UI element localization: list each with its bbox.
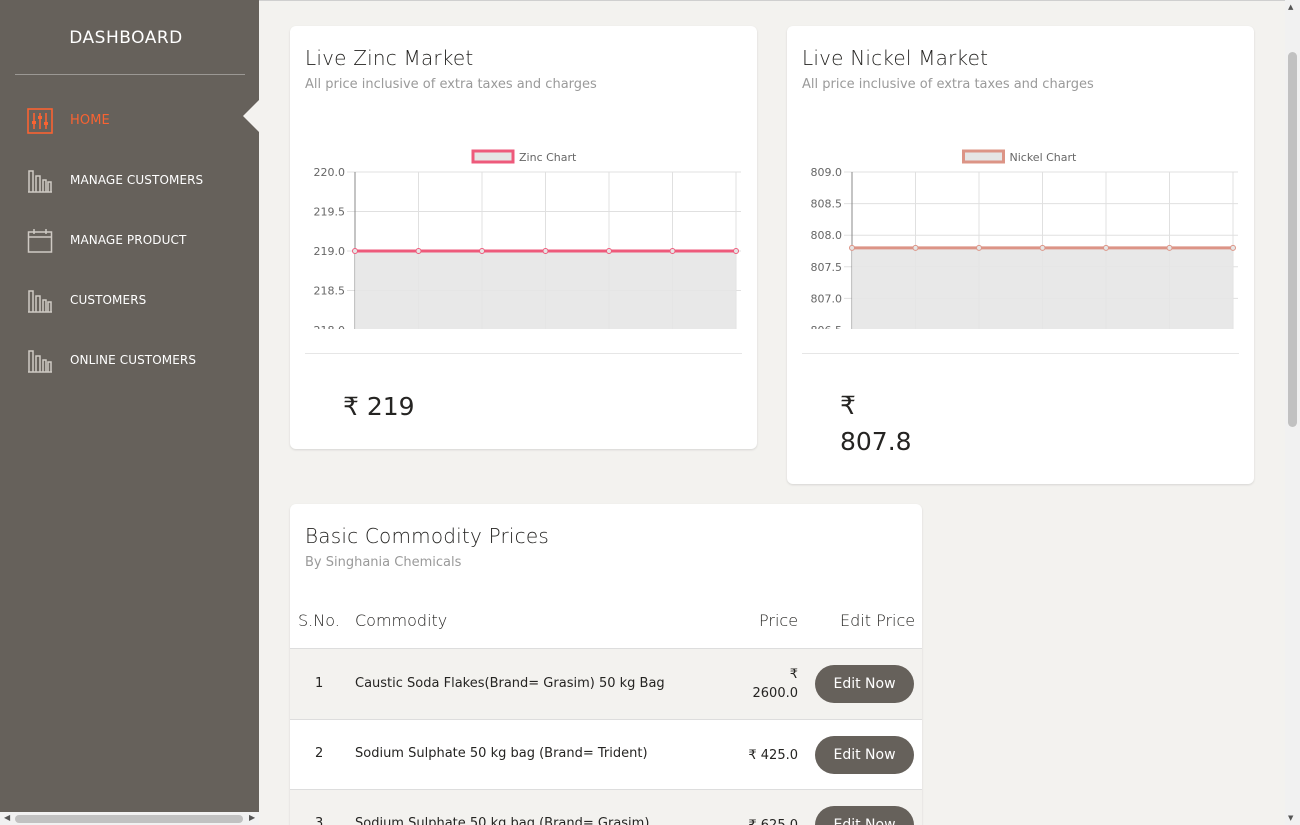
series-area: [852, 247, 1233, 329]
calendar-icon: [27, 229, 53, 253]
legend-swatch: [471, 149, 515, 164]
data-point: [606, 248, 612, 254]
card-divider: [802, 353, 1239, 354]
scroll-down-arrow-icon[interactable]: ▼: [1288, 814, 1293, 822]
nickel-market-card: Live Nickel Market All price inclusive o…: [787, 26, 1254, 484]
y-tick-label: 218.0: [314, 324, 346, 329]
edit-now-button[interactable]: Edit Now: [815, 806, 914, 825]
y-tick-label: 219.0: [314, 245, 346, 258]
card-divider: [305, 353, 742, 354]
zinc-price: ₹ 219: [343, 392, 415, 421]
row-commodity: Sodium Sulphate 50 kg bag (Brand= Triden…: [355, 746, 648, 761]
card-title: Live Nickel Market: [802, 46, 989, 70]
y-tick-label: 807.0: [811, 292, 843, 305]
series-area: [355, 251, 736, 329]
zinc-market-card: Live Zinc Market All price inclusive of …: [290, 26, 757, 449]
y-tick-label: 807.5: [811, 261, 843, 274]
sliders-icon: [27, 108, 53, 134]
nickel-chart: Nickel Chart 809.0 808.5 808.0 807.5 807.0 806…: [811, 149, 1238, 329]
nickel-price-symbol: ₹: [840, 391, 856, 420]
y-tick-label: 808.5: [811, 198, 843, 211]
table-row: 3 Sodium Sulphate 50 kg bag (Brand= Gras…: [290, 789, 922, 825]
zinc-chart: Zinc Chart220.0219.5219.0218.5218.012345…: [314, 149, 741, 329]
y-tick-label: 220.0: [314, 166, 346, 179]
header-sno: S.No.: [298, 611, 340, 630]
sidebar-item-label: MANAGE PRODUCT: [70, 233, 187, 247]
sidebar-item-online-customers[interactable]: ONLINE CUSTOMERS: [0, 331, 259, 391]
sidebar-item-label: ONLINE CUSTOMERS: [70, 353, 197, 367]
row-price: ₹ 425.0: [748, 748, 798, 763]
sidebar-item-manage-product[interactable]: MANAGE PRODUCT: [0, 211, 259, 271]
row-price: ₹ 2600.0: [753, 665, 799, 703]
page-vertical-scrollbar[interactable]: ▲ ▼: [1285, 0, 1300, 825]
data-point: [352, 248, 358, 254]
sidebar-item-manage-customers[interactable]: MANAGE CUSTOMERS: [0, 151, 259, 211]
row-sno: 2: [315, 746, 324, 761]
sidebar-horizontal-scrollbar[interactable]: ◀ ▶: [0, 812, 259, 825]
brand-divider: [15, 74, 245, 75]
table-row: 2 Sodium Sulphate 50 kg bag (Brand= Trid…: [290, 719, 922, 789]
data-point: [669, 248, 676, 254]
edit-now-button[interactable]: Edit Now: [815, 736, 914, 774]
data-point: [479, 248, 485, 254]
data-point: [733, 248, 739, 254]
row-sno: 1: [315, 676, 324, 691]
brand-title[interactable]: DASHBOARD: [0, 28, 252, 48]
data-point: [849, 244, 855, 251]
card-subtitle: All price inclusive of extra taxes and c…: [802, 77, 1094, 92]
row-price: ₹ 625.0: [748, 816, 798, 825]
edit-now-button[interactable]: Edit Now: [815, 665, 914, 703]
y-tick-label: 808.0: [811, 229, 843, 242]
data-point: [1230, 244, 1236, 251]
data-point: [415, 248, 422, 254]
row-sno: 3: [315, 816, 324, 825]
scroll-right-arrow-icon[interactable]: ▶: [249, 813, 255, 822]
legend-label: Zinc Chart: [519, 151, 577, 164]
top-border: [259, 0, 1300, 1]
row-commodity: Caustic Soda Flakes(Brand= Grasim) 50 kg…: [355, 676, 665, 691]
sidebar-scroll-thumb[interactable]: [15, 815, 243, 823]
data-point: [1166, 244, 1173, 251]
bar-chart-icon: [28, 350, 52, 373]
sidebar-item-label: MANAGE CUSTOMERS: [70, 173, 204, 187]
card-subtitle: By Singhania Chemicals: [305, 555, 462, 570]
row-price-value: 2600.0: [752, 686, 799, 701]
bar-chart-icon: [28, 170, 52, 193]
y-tick-label: 219.5: [314, 206, 346, 219]
bar-chart-icon: [28, 290, 52, 313]
header-price: Price: [759, 611, 799, 630]
sidebar: DASHBOARD HOME MANAGE CUSTOMERS MANAGE P…: [0, 0, 260, 825]
data-point: [912, 244, 919, 251]
sidebar-item-label: HOME: [70, 113, 110, 128]
card-subtitle: All price inclusive of extra taxes and c…: [305, 77, 597, 92]
y-tick-label: 218.5: [314, 285, 346, 298]
active-item-caret: [243, 99, 260, 133]
scroll-left-arrow-icon[interactable]: ◀: [4, 813, 10, 822]
data-point: [1103, 244, 1109, 251]
row-commodity: Sodium Sulphate 50 kg bag (Brand= Grasim…: [355, 816, 650, 825]
sidebar-item-home[interactable]: HOME: [0, 91, 259, 151]
sidebar-item-label: CUSTOMERS: [70, 293, 147, 307]
data-point: [1039, 244, 1046, 251]
data-point: [976, 244, 982, 251]
table-row: 1 Caustic Soda Flakes(Brand= Grasim) 50 …: [290, 648, 922, 719]
data-point: [542, 248, 549, 254]
page-scroll-thumb[interactable]: [1288, 52, 1297, 427]
sidebar-item-customers[interactable]: CUSTOMERS: [0, 271, 259, 331]
y-tick-label: 809.0: [811, 166, 843, 179]
row-price-symbol: ₹: [789, 667, 798, 682]
nickel-price-value: 807.8: [840, 427, 912, 456]
scroll-up-arrow-icon[interactable]: ▲: [1288, 3, 1293, 11]
card-title: Basic Commodity Prices: [305, 524, 549, 548]
commodity-prices-card: Basic Commodity Prices By Singhania Chem…: [290, 504, 922, 825]
y-tick-label: 806.5: [811, 324, 843, 329]
legend-label: Nickel Chart: [1010, 151, 1078, 164]
legend-swatch: [962, 149, 1005, 164]
header-edit-price: Edit Price: [840, 611, 916, 630]
header-commodity: Commodity: [355, 611, 448, 630]
card-title: Live Zinc Market: [305, 46, 474, 70]
